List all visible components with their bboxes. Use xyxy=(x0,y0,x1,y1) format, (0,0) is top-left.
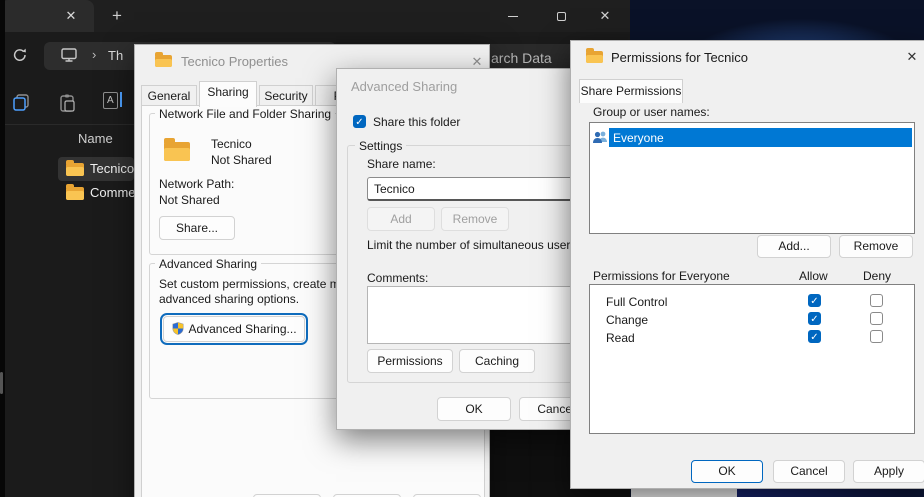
chevron-right-icon: › xyxy=(92,47,96,62)
tab-share-permissions[interactable]: Share Permissions xyxy=(579,79,683,103)
file-name: Tecnico xyxy=(90,161,134,176)
folder-icon xyxy=(155,55,172,67)
group-row-everyone[interactable]: Everyone xyxy=(609,128,912,147)
group-list[interactable]: Everyone xyxy=(589,122,915,234)
groupbox-title: Settings xyxy=(355,139,406,153)
share-button[interactable]: Share... xyxy=(159,216,235,240)
dialog-title: Tecnico Properties xyxy=(181,54,288,69)
tab-close-icon[interactable]: ✕ xyxy=(62,7,80,25)
minimize-button[interactable] xyxy=(500,4,526,28)
limit-users-label: Limit the number of simultaneous users t… xyxy=(367,238,593,252)
folder-icon xyxy=(66,187,84,200)
dialog-title: Permissions for Tecnico xyxy=(611,50,748,65)
advanced-description-line2: advanced sharing options. xyxy=(159,292,299,306)
new-tab-button[interactable]: + xyxy=(106,5,128,27)
comments-label: Comments: xyxy=(367,271,428,285)
file-row-commerciale[interactable]: Commerciale xyxy=(58,181,134,205)
group-user-names-label: Group or user names: xyxy=(593,105,710,119)
advanced-description-line1: Set custom permissions, create multip xyxy=(159,277,362,291)
share-name-label: Share name: xyxy=(367,157,436,171)
shared-folder-status: Not Shared xyxy=(211,153,272,167)
screen: ✕ + ✕ › Th arch Data A xyxy=(0,0,924,497)
cancel-button[interactable]: Cancel xyxy=(773,460,845,483)
this-pc-icon xyxy=(60,46,78,64)
permission-name: Read xyxy=(606,331,635,345)
deny-checkbox-full-control[interactable]: ✓ xyxy=(870,294,883,307)
explorer-active-tab[interactable]: ✕ xyxy=(0,0,94,32)
permission-name: Full Control xyxy=(606,295,667,309)
uac-shield-icon xyxy=(171,321,185,336)
allow-checkbox-change[interactable]: ✓ xyxy=(808,312,821,325)
allow-checkbox-read[interactable]: ✓ xyxy=(808,330,821,343)
add-button[interactable]: Add xyxy=(367,207,435,231)
remove-button[interactable]: Remove xyxy=(441,207,509,231)
allow-checkbox-full-control[interactable]: ✓ xyxy=(808,294,821,307)
group-users-icon xyxy=(592,130,609,144)
group-name: Everyone xyxy=(613,131,664,145)
maximize-icon xyxy=(557,12,566,21)
rename-cursor xyxy=(120,92,122,107)
deny-checkbox-change[interactable]: ✓ xyxy=(870,312,883,325)
apply-button[interactable]: Apply xyxy=(853,460,924,483)
deny-checkbox-read[interactable]: ✓ xyxy=(870,330,883,343)
groupbox-title: Advanced Sharing xyxy=(155,257,261,271)
shared-folder-name: Tecnico xyxy=(211,137,252,151)
remove-button[interactable]: Remove xyxy=(839,235,913,258)
permission-name: Change xyxy=(606,313,648,327)
address-text: Th xyxy=(108,48,123,63)
permissions-button[interactable]: Permissions xyxy=(367,349,453,373)
close-icon[interactable]: ✕ xyxy=(904,49,920,65)
ok-button[interactable]: OK xyxy=(691,460,763,483)
tab-general[interactable]: General xyxy=(141,85,197,106)
rename-letter: A xyxy=(103,92,118,109)
folder-icon xyxy=(586,51,603,63)
search-text: arch Data xyxy=(491,50,552,66)
explorer-tab-bar: ✕ + ✕ xyxy=(0,0,630,32)
maximize-button[interactable] xyxy=(548,4,574,28)
file-row-tecnico[interactable]: Tecnico xyxy=(58,157,134,181)
add-button[interactable]: Add... xyxy=(757,235,831,258)
tab-sharing[interactable]: Sharing xyxy=(199,81,257,107)
minimize-icon xyxy=(508,16,518,17)
paste-icon[interactable] xyxy=(57,92,79,114)
caching-button[interactable]: Caching xyxy=(459,349,535,373)
folder-icon xyxy=(164,142,190,161)
permissions-for-label: Permissions for Everyone xyxy=(593,269,730,283)
tab-security[interactable]: Security xyxy=(259,85,313,106)
rename-icon[interactable]: A xyxy=(103,92,125,114)
groupbox-title: Network File and Folder Sharing xyxy=(155,107,335,121)
permissions-dialog: Permissions for Tecnico ✕ Share Permissi… xyxy=(570,40,924,489)
permissions-list[interactable]: Full Control ✓ ✓ Change ✓ ✓ Read ✓ ✓ xyxy=(589,284,915,434)
network-path-value: Not Shared xyxy=(159,193,220,207)
folder-icon xyxy=(66,163,84,176)
screen-left-edge xyxy=(0,0,5,497)
dialog-title: Advanced Sharing xyxy=(351,79,457,94)
allow-header: Allow xyxy=(799,269,828,283)
refresh-icon[interactable] xyxy=(11,46,29,64)
copy-icon[interactable] xyxy=(11,92,33,114)
advanced-sharing-button[interactable]: Advanced Sharing... xyxy=(163,316,305,342)
deny-header: Deny xyxy=(863,269,891,283)
scrollbar-thumb[interactable] xyxy=(0,372,3,394)
share-this-folder-label: Share this folder xyxy=(373,115,460,129)
advanced-sharing-button-label: Advanced Sharing... xyxy=(188,322,296,336)
name-column-header[interactable]: Name xyxy=(78,131,113,146)
network-path-label: Network Path: xyxy=(159,177,234,191)
close-button[interactable]: ✕ xyxy=(592,4,618,28)
ok-button[interactable]: OK xyxy=(437,397,511,421)
share-this-folder-checkbox[interactable]: ✓ xyxy=(353,115,366,128)
